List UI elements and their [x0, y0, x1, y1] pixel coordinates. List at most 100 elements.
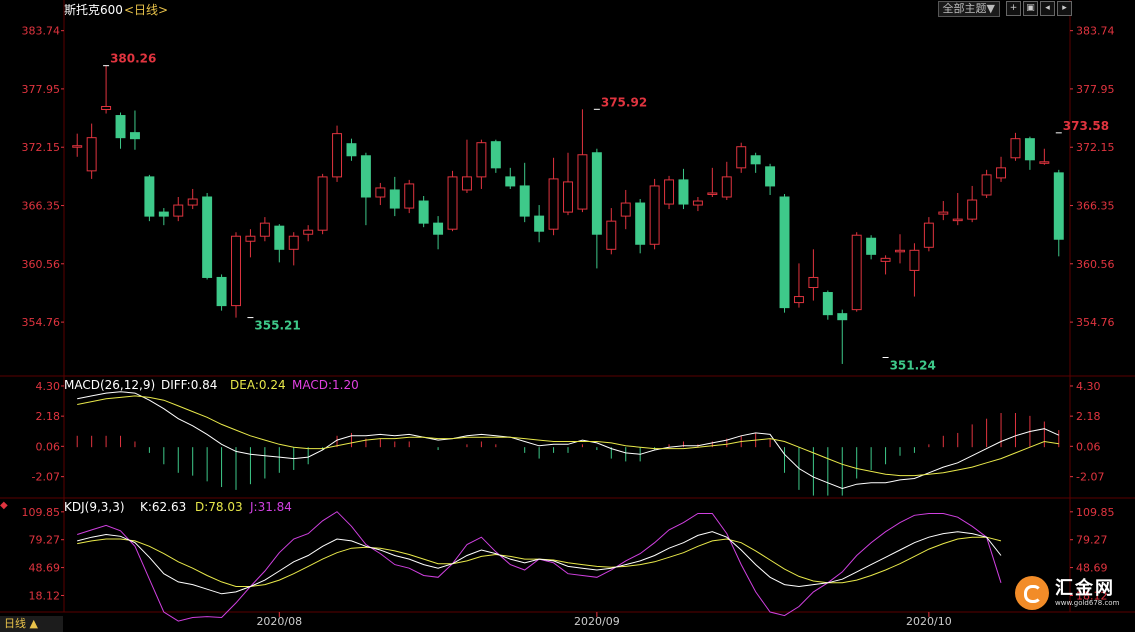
candle-body [1010, 138, 1021, 159]
candle-body [967, 199, 978, 220]
kdj-y-tick-right: 48.69 [1076, 562, 1108, 575]
candle-body [779, 196, 790, 309]
macd-y-tick-right: -2.07 [1076, 471, 1104, 484]
candle-body [750, 155, 761, 165]
extreme-label: 380.26 [110, 52, 156, 66]
x-tick-label: 2020/08 [256, 615, 302, 628]
extreme-label: 373.58 [1063, 119, 1109, 133]
candle-body [187, 198, 198, 206]
price-y-tick-left: 360.56 [22, 258, 61, 271]
logo-icon [1015, 576, 1049, 610]
chart-canvas: 383.74 383.74 377.95 377.95 372.15 372.15 366.… [0, 0, 1135, 628]
price-y-tick-left: 383.74 [22, 25, 61, 38]
price-y-tick-right: 354.76 [1076, 316, 1115, 329]
candle-body [433, 222, 444, 235]
candle-body [519, 185, 530, 217]
macd-legend-label: DIFF:0.84 [161, 378, 217, 392]
candle-body [216, 276, 227, 307]
candle-body [765, 166, 776, 187]
theme-dropdown[interactable]: 全部主题▼ [937, 1, 1000, 17]
candle-body [548, 178, 559, 230]
candle-body [996, 167, 1007, 179]
candle-body [721, 176, 732, 198]
period-selector[interactable]: 日线 ▲ [0, 616, 63, 632]
d-line [77, 536, 1002, 587]
kdj-legend-label: D:78.03 [195, 500, 243, 514]
price-y-tick-left: 377.95 [22, 83, 61, 96]
candle-body [461, 176, 472, 191]
candle-body [490, 141, 501, 169]
candle-body [952, 218, 963, 222]
candle-body [635, 202, 646, 245]
indicator-marker-icon: ◆ [0, 500, 8, 511]
candle-body [1039, 161, 1050, 164]
candle-body [591, 152, 602, 235]
x-tick-label: 2020/09 [574, 615, 620, 628]
candle-body [981, 174, 992, 196]
candle-body [1024, 138, 1035, 161]
candle-body [317, 176, 328, 231]
macd-y-tick-right: 0.06 [1076, 440, 1101, 453]
candle-body [505, 176, 516, 187]
candle-body [303, 229, 314, 235]
logo-url: www.gold678.com [1055, 598, 1120, 607]
candle-body [851, 234, 862, 311]
price-y-tick-right: 383.74 [1076, 25, 1115, 38]
expand-icon[interactable]: ▣ [1023, 1, 1038, 16]
kdj-y-tick-left: 109.85 [22, 506, 61, 519]
j-line [77, 511, 1002, 622]
extreme-label: 351.24 [890, 359, 936, 373]
candle-body [577, 154, 588, 210]
candle-body [880, 257, 891, 262]
candle-body [360, 155, 371, 198]
candle-body [895, 249, 905, 253]
candle-body [259, 222, 270, 237]
kdj-legend-label: J:31.84 [249, 500, 292, 514]
symbol-title: 斯托克600 [64, 3, 123, 17]
kdj-y-tick-left: 79.27 [29, 534, 61, 547]
price-y-tick-right: 372.15 [1076, 141, 1115, 154]
dea-line [77, 395, 1059, 477]
macd-legend-label: DEA:0.24 [230, 378, 286, 392]
candle-body [173, 204, 184, 217]
prev-icon[interactable]: ◂ [1040, 1, 1055, 16]
macd-legend-label: MACD:1.20 [292, 378, 359, 392]
candle-body [649, 185, 660, 245]
candle-body [938, 211, 949, 215]
candle-body [692, 200, 703, 206]
candle-body [736, 146, 747, 169]
candle-body [707, 192, 718, 195]
kdj-y-tick-left: 18.12 [29, 589, 61, 602]
chart-toolbar: 全部主题▼ + ▣ ◂ ▸ [937, 1, 1072, 17]
macd-y-tick-left: 2.18 [36, 410, 61, 423]
price-y-tick-right: 377.95 [1076, 83, 1115, 96]
candle-body [909, 249, 920, 271]
kdj-y-tick-right: 109.85 [1076, 506, 1115, 519]
crosshair-icon[interactable]: + [1006, 1, 1021, 16]
macd-y-tick-left: 4.30 [36, 380, 61, 393]
candle-body [837, 313, 848, 321]
next-icon[interactable]: ▸ [1057, 1, 1072, 16]
candle-body [389, 189, 400, 209]
candle-body [808, 276, 819, 289]
candle-body [563, 181, 573, 213]
candle-body [86, 137, 97, 172]
macd-y-tick-right: 4.30 [1076, 380, 1101, 393]
candle-body [404, 183, 415, 209]
candle-body [129, 132, 140, 140]
candle-body [678, 179, 689, 205]
candle-body [620, 202, 631, 217]
candle-body [231, 235, 241, 307]
candle-body [158, 211, 169, 217]
candle-body [274, 225, 285, 250]
kdj-legend-label: KDJ(9,3,3) [64, 500, 125, 514]
candle-body [1053, 172, 1064, 240]
macd-y-tick-left: -2.07 [32, 471, 60, 484]
price-y-tick-right: 366.35 [1076, 200, 1115, 213]
diff-line [77, 391, 1060, 490]
logo-name: 汇金网 [1055, 577, 1115, 599]
price-y-tick-left: 372.15 [22, 141, 61, 154]
candle-body [866, 237, 877, 255]
candle-body [534, 215, 545, 232]
k-line [77, 531, 1002, 595]
